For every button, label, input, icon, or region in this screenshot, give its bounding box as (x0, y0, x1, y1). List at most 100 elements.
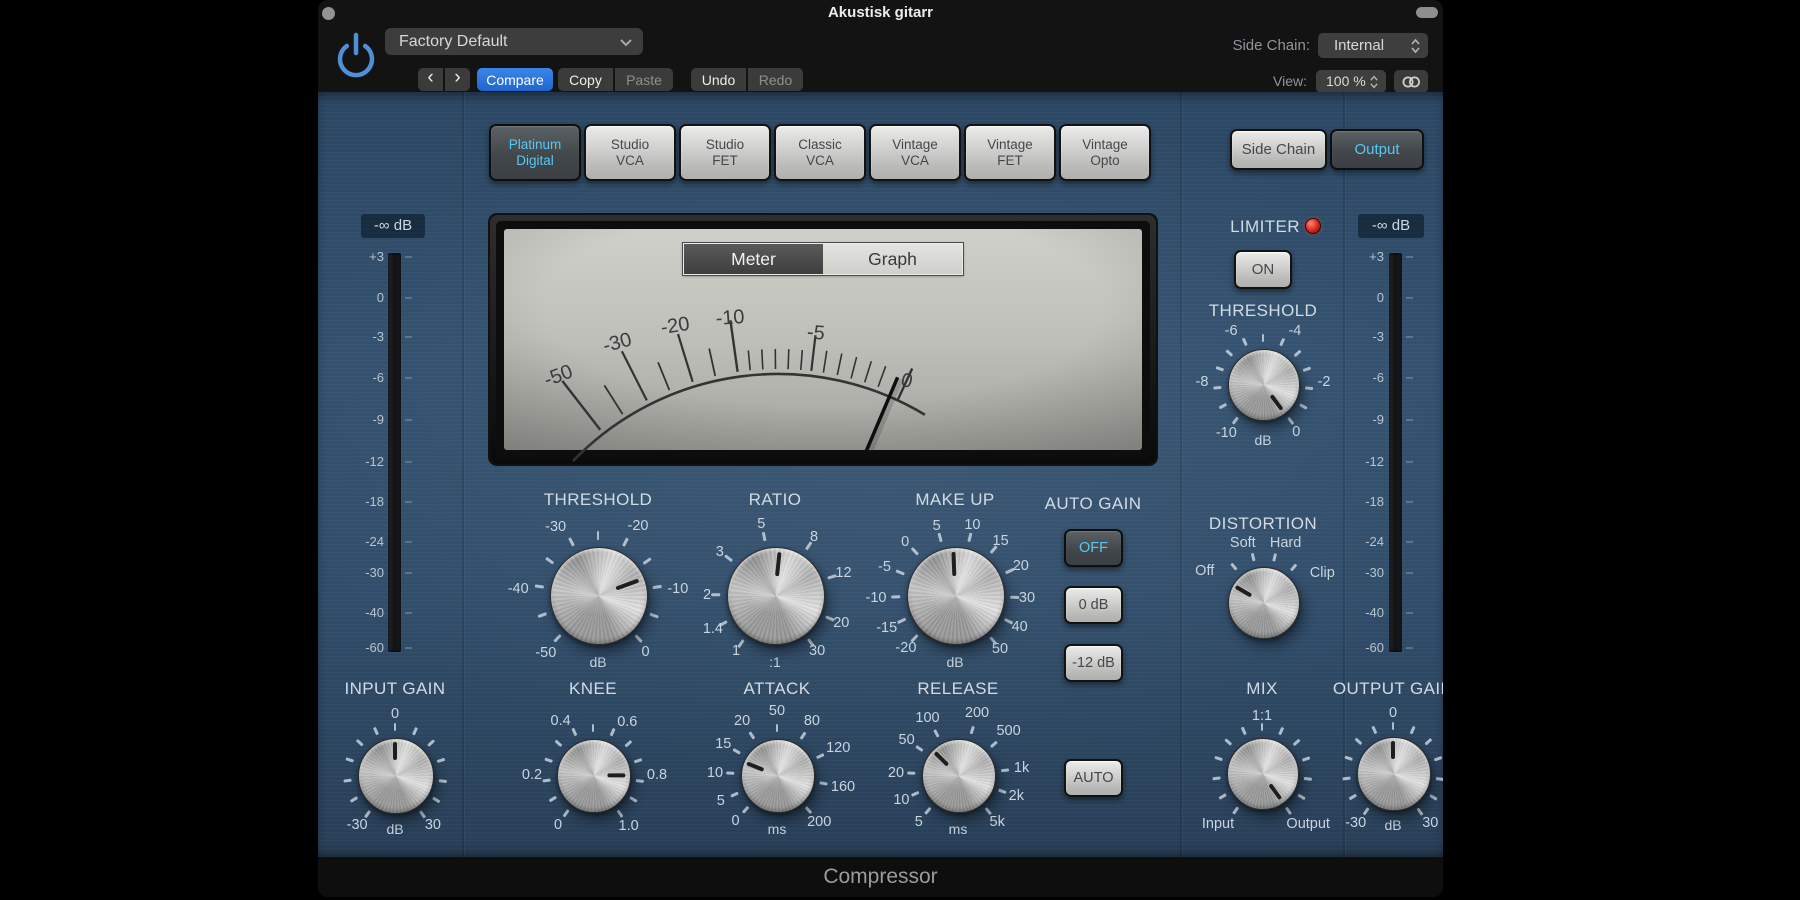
paste-button[interactable]: Paste (615, 68, 673, 91)
knob-scale-label: 30 (809, 643, 825, 659)
knob-scale-label: 30 (425, 817, 441, 833)
meter-scale-tick (405, 419, 412, 421)
meter-scale-tick (1406, 336, 1413, 338)
toggle-button-output[interactable]: Output (1330, 129, 1424, 170)
knob-scale-label: 10 (893, 792, 909, 808)
auto-gain-minus12db-button[interactable]: -12 dB (1064, 644, 1123, 682)
input-level-readout: -∞ dB (361, 214, 425, 238)
plugin-window: Akustisk gitarr Factory Default ‹ › Comp… (318, 0, 1443, 897)
meter-scale-tick (1406, 572, 1413, 574)
model-button-vintage-opto[interactable]: VintageOpto (1059, 124, 1151, 181)
meter-scale-label: -18 (338, 494, 384, 510)
model-button-vintage-vca[interactable]: VintageVCA (869, 124, 961, 181)
model-button-platinum-digital[interactable]: PlatinumDigital (489, 124, 581, 181)
model-button-label: Opto (1090, 153, 1119, 169)
limiter-on-button[interactable]: ON (1234, 250, 1292, 289)
knob-scale-label: 20 (888, 765, 904, 781)
model-button-label: VCA (616, 153, 644, 169)
knob-scale-label: 1:1 (1252, 708, 1272, 724)
meter-scale-label: -40 (1338, 605, 1384, 621)
model-button-label: Vintage (892, 137, 938, 153)
meter-scale-tick (405, 501, 412, 503)
plugin-name-bar: Compressor (318, 857, 1443, 897)
side-chain-value: Internal (1334, 37, 1384, 54)
meter-scale-tick (1406, 297, 1413, 299)
view-label: View: (1218, 73, 1307, 89)
chevron-down-icon (619, 38, 633, 47)
knob-scale-label: 0 (554, 817, 562, 833)
knob-scale-label: 0.8 (647, 767, 667, 783)
knob-unit: ms (949, 821, 968, 837)
view-zoom-value: 100 % (1326, 73, 1366, 89)
knob-scale-label: 2 (703, 587, 711, 603)
meter-scale-tick (1406, 647, 1413, 649)
knob-scale-label: 2k (1009, 788, 1024, 804)
knob-scale-label: 120 (826, 740, 850, 756)
toggle-button-side-chain[interactable]: Side Chain (1230, 129, 1327, 170)
copy-button[interactable]: Copy (558, 68, 613, 91)
model-button-label: Vintage (1082, 137, 1128, 153)
knob-scale-label: -5 (878, 559, 891, 575)
meter-scale-tick (405, 647, 412, 649)
meter-scale-label: -18 (1338, 494, 1384, 510)
knob-scale-label: -30 (545, 519, 566, 535)
knob-limiter-threshold[interactable] (1228, 349, 1300, 421)
link-button[interactable] (1394, 70, 1428, 93)
knob-unit: dB (589, 654, 606, 670)
model-button-classic-vca[interactable]: ClassicVCA (774, 124, 866, 181)
knob-scale-label: -20 (628, 518, 649, 534)
model-button-studio-vca[interactable]: StudioVCA (584, 124, 676, 181)
meter-scale-label: 0 (338, 290, 384, 306)
knob-tick (1262, 334, 1265, 342)
knob-scale-label: 20 (833, 615, 849, 631)
meter-scale-tick (1406, 541, 1413, 543)
knob-scale-label: -4 (1288, 323, 1301, 339)
side-chain-select[interactable]: Internal (1318, 33, 1428, 58)
knob-attack[interactable] (741, 739, 815, 813)
redo-button[interactable]: Redo (748, 68, 803, 91)
auto-gain-0db-button[interactable]: 0 dB (1064, 586, 1123, 624)
knob-scale-label: -10 (1216, 425, 1237, 441)
tab-graph[interactable]: Graph (823, 244, 962, 274)
model-button-label: Digital (516, 153, 554, 169)
knob-makeup[interactable] (907, 547, 1005, 645)
knob-scale-label: 0.4 (551, 713, 571, 729)
view-zoom-select[interactable]: 100 % (1316, 70, 1386, 93)
meter-scale-tick (1406, 377, 1413, 379)
meter-scale-label: -30 (1338, 565, 1384, 581)
knob-scale-label: Soft (1230, 535, 1256, 551)
model-button-label: FET (712, 153, 738, 169)
undo-button[interactable]: Undo (691, 68, 746, 91)
knob-release[interactable] (922, 739, 996, 813)
knob-scale-label: 1 (732, 643, 740, 659)
knob-scale-label: 12 (835, 565, 851, 581)
previous-preset-button[interactable]: ‹ (418, 68, 443, 91)
compare-button[interactable]: Compare (477, 68, 553, 91)
auto-gain-off-button[interactable]: OFF (1064, 529, 1123, 567)
knob-threshold[interactable] (550, 547, 648, 645)
next-preset-button[interactable]: › (445, 68, 470, 91)
auto-gain-label: AUTO GAIN (1045, 494, 1142, 514)
knob-scale-label: -8 (1196, 374, 1209, 390)
model-button-vintage-fet[interactable]: VintageFET (964, 124, 1056, 181)
knob-tick (907, 772, 915, 775)
knob-scale-label: 3 (716, 544, 724, 560)
knob-unit: dB (946, 654, 963, 670)
meter-scale-tick (405, 612, 412, 614)
power-button[interactable] (333, 30, 379, 80)
knob-title: KNEE (569, 679, 617, 699)
knob-tick (891, 596, 900, 599)
knob-mix[interactable] (1227, 738, 1299, 810)
knob-scale-label: 500 (996, 723, 1020, 739)
knob-tick (1392, 722, 1395, 730)
knob-scale-label: 5 (933, 518, 941, 534)
preset-selector[interactable]: Factory Default (385, 28, 643, 55)
knob-scale-label: 160 (831, 779, 855, 795)
knob-distortion[interactable] (1228, 567, 1300, 639)
tab-meter[interactable]: Meter (684, 244, 823, 274)
window-dot-icon[interactable] (322, 7, 335, 20)
auto-release-button[interactable]: AUTO (1064, 759, 1123, 797)
window-resize-lozenge-icon[interactable] (1416, 7, 1438, 18)
model-button-studio-fet[interactable]: StudioFET (679, 124, 771, 181)
knob-tick (776, 724, 779, 732)
